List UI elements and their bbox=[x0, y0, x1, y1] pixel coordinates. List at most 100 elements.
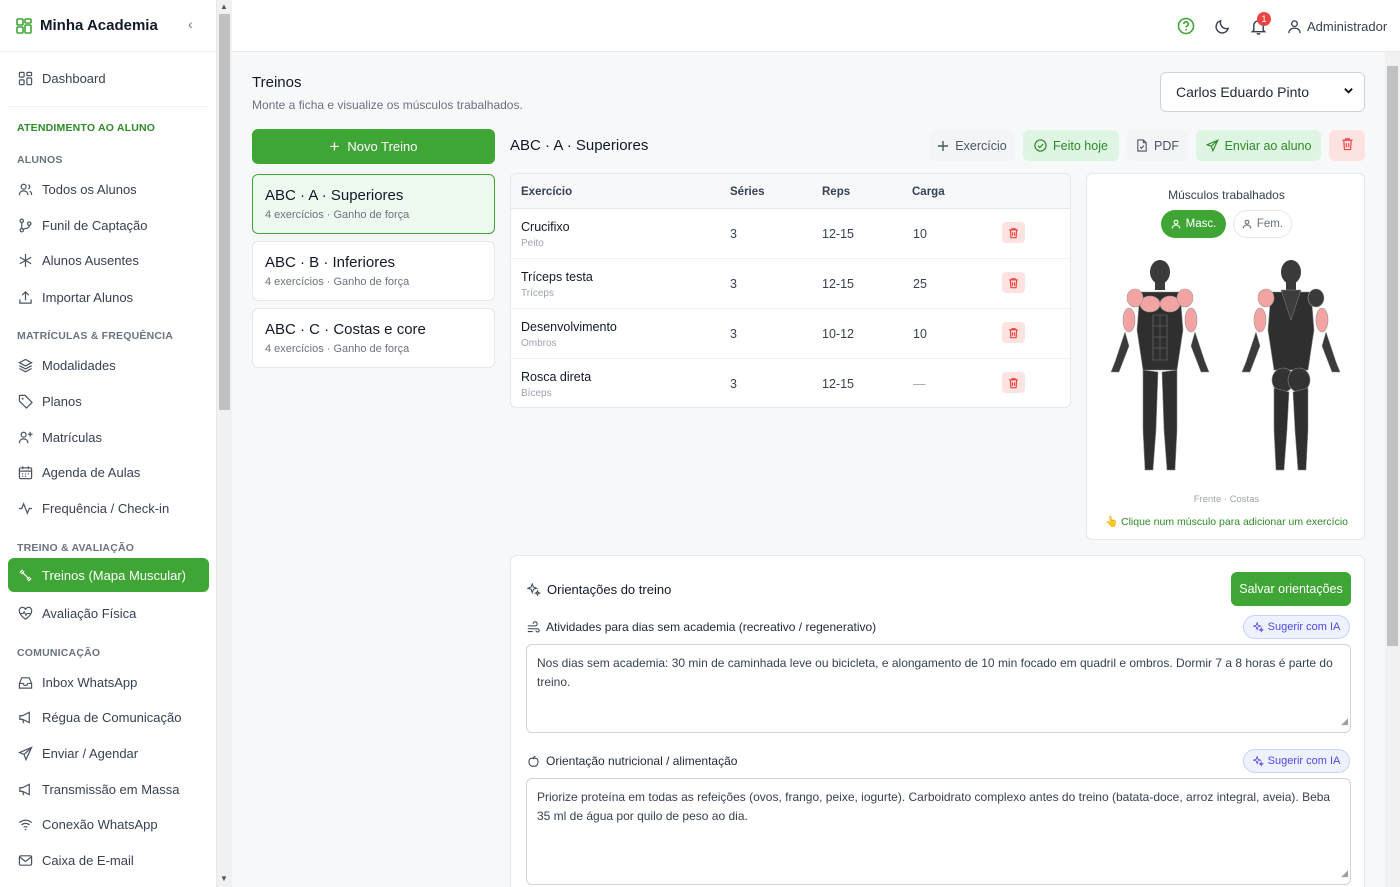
shoulder-left-muscle[interactable] bbox=[1126, 288, 1144, 308]
exercise-table: Exercício Séries Reps Carga Crucifixo Pe… bbox=[510, 173, 1071, 408]
sidebar-item-avaliacao[interactable]: Avaliação Física bbox=[8, 596, 209, 630]
exercise-reps[interactable]: 10-12 bbox=[822, 327, 854, 341]
moon-icon[interactable] bbox=[1212, 16, 1232, 36]
exercise-sets[interactable]: 3 bbox=[730, 327, 737, 341]
guidance-title-text: Orientações do treino bbox=[547, 582, 672, 597]
suggest-ai-button[interactable]: Sugerir com IA bbox=[1243, 615, 1350, 639]
biceps-left-muscle[interactable] bbox=[1122, 307, 1136, 333]
muscle-map-title: Músculos trabalhados bbox=[1168, 188, 1285, 202]
resize-grip-icon[interactable]: ◢ bbox=[1341, 712, 1348, 731]
sidebar-item-enviar[interactable]: Enviar / Agendar bbox=[8, 736, 209, 770]
sidebar-item-funil[interactable]: Funil de Captação bbox=[8, 208, 209, 242]
rest-days-textarea[interactable]: Nos dias sem academia: 30 min de caminha… bbox=[526, 644, 1351, 733]
sidebar-item-label: Importar Alunos bbox=[42, 289, 134, 305]
sidebar-item-label: Treinos (Mapa Muscular) bbox=[42, 567, 187, 583]
sidebar-item-inbox[interactable]: Inbox WhatsApp bbox=[8, 665, 209, 699]
sidebar-scrollbar[interactable]: ▲ ▼ bbox=[217, 0, 232, 887]
user-icon[interactable] bbox=[1284, 16, 1304, 36]
save-guidance-button[interactable]: Salvar orientações bbox=[1231, 572, 1351, 606]
triceps-left-muscle[interactable] bbox=[1253, 307, 1267, 333]
main-scroll-thumb[interactable] bbox=[1387, 66, 1398, 646]
table-row[interactable]: Desenvolvimento Ombros 3 10-12 10 bbox=[511, 309, 1070, 359]
delete-exercise-button[interactable] bbox=[1002, 222, 1025, 243]
exercise-load[interactable]: — bbox=[913, 377, 926, 391]
sidebar-item-modalidades[interactable]: Modalidades bbox=[8, 348, 209, 382]
table-row[interactable]: Tríceps testa Tríceps 3 12-15 25 bbox=[511, 259, 1070, 309]
activity-icon bbox=[17, 500, 33, 516]
trash-icon bbox=[1009, 327, 1018, 338]
new-workout-label: Novo Treino bbox=[347, 139, 418, 154]
delete-exercise-button[interactable] bbox=[1002, 322, 1025, 343]
student-select[interactable]: Carlos Eduardo Pinto bbox=[1160, 72, 1365, 112]
check-circle-icon bbox=[1034, 139, 1047, 152]
exercise-reps[interactable]: 12-15 bbox=[822, 227, 854, 241]
sidebar-item-treinos[interactable]: Treinos (Mapa Muscular) bbox=[8, 558, 209, 592]
help-icon[interactable] bbox=[1176, 16, 1196, 36]
pdf-button[interactable]: PDF bbox=[1127, 130, 1188, 161]
muscle-body-diagram[interactable] bbox=[1105, 260, 1347, 480]
sidebar-scroll-thumb[interactable] bbox=[219, 14, 230, 410]
sidebar-item-label: Funil de Captação bbox=[42, 217, 148, 233]
exercise-sets[interactable]: 3 bbox=[730, 227, 737, 241]
col-load: Carga bbox=[912, 186, 945, 198]
biceps-right-muscle[interactable] bbox=[1184, 307, 1198, 333]
sidebar-item-label: Inbox WhatsApp bbox=[42, 674, 138, 690]
exercise-reps[interactable]: 12-15 bbox=[822, 377, 854, 391]
guidance-title: Orientações do treino bbox=[527, 582, 671, 597]
delete-workout-button[interactable] bbox=[1329, 130, 1365, 161]
scroll-down-arrow-icon[interactable]: ▼ bbox=[220, 874, 228, 883]
scroll-up-arrow-icon[interactable]: ▲ bbox=[220, 2, 228, 11]
exercise-load[interactable]: 25 bbox=[913, 277, 927, 291]
sidebar-item-label: Modalidades bbox=[42, 357, 116, 373]
table-row[interactable]: Crucifixo Peito 3 12-15 10 bbox=[511, 209, 1070, 259]
notification-badge: 1 bbox=[1257, 12, 1271, 26]
exercise-sets[interactable]: 3 bbox=[730, 277, 737, 291]
sidebar-item-label: Dashboard bbox=[42, 70, 106, 86]
triceps-right-muscle[interactable] bbox=[1315, 307, 1329, 333]
main-scrollbar[interactable] bbox=[1385, 52, 1400, 887]
sidebar-item-frequencia[interactable]: Frequência / Check-in bbox=[8, 491, 209, 525]
nutrition-textarea[interactable]: Priorize proteína em todas as refeições … bbox=[526, 778, 1351, 885]
rear-shoulder-left-muscle[interactable] bbox=[1257, 288, 1275, 308]
exercise-load[interactable]: 10 bbox=[913, 227, 927, 241]
exercise-sets[interactable]: 3 bbox=[730, 377, 737, 391]
sidebar-item-conexao[interactable]: Conexão WhatsApp bbox=[8, 807, 209, 841]
exercise-reps[interactable]: 12-15 bbox=[822, 277, 854, 291]
female-toggle[interactable]: Fem. bbox=[1233, 210, 1292, 238]
sidebar-item-planos[interactable]: Planos bbox=[8, 384, 209, 418]
done-today-button[interactable]: Feito hoje bbox=[1023, 130, 1119, 161]
sidebar-item-todos-alunos[interactable]: Todos os Alunos bbox=[8, 172, 209, 206]
sidebar-item-regua[interactable]: Régua de Comunicação bbox=[8, 700, 209, 734]
collapse-sidebar-icon[interactable]: ‹ bbox=[188, 16, 193, 32]
workout-card[interactable]: ABC · A · Superiores 4 exercícios · Ganh… bbox=[252, 174, 495, 234]
user-name[interactable]: Administrador bbox=[1307, 19, 1387, 34]
nutrition-text: Priorize proteína em todas as refeições … bbox=[537, 790, 1331, 823]
send-to-student-button[interactable]: Enviar ao aluno bbox=[1196, 130, 1321, 161]
sidebar-item-dashboard[interactable]: Dashboard bbox=[8, 61, 209, 95]
shoulder-right-muscle[interactable] bbox=[1176, 288, 1194, 308]
table-row[interactable]: Rosca direta Bíceps 3 12-15 — bbox=[511, 359, 1070, 407]
sidebar-item-matriculas[interactable]: Matrículas bbox=[8, 420, 209, 454]
male-toggle[interactable]: Masc. bbox=[1161, 210, 1226, 238]
body-front[interactable] bbox=[1110, 260, 1210, 471]
sidebar-item-ausentes[interactable]: Alunos Ausentes bbox=[8, 243, 209, 277]
sidebar-item-transmissao[interactable]: Transmissão em Massa bbox=[8, 772, 209, 806]
mail-icon bbox=[17, 852, 33, 868]
new-workout-button[interactable]: + Novo Treino bbox=[252, 129, 495, 164]
delete-exercise-button[interactable] bbox=[1002, 272, 1025, 293]
sidebar-item-agenda[interactable]: Agenda de Aulas bbox=[8, 455, 209, 489]
body-back[interactable] bbox=[1241, 260, 1341, 471]
exercise-load[interactable]: 10 bbox=[913, 327, 927, 341]
sidebar-item-importar[interactable]: Importar Alunos bbox=[8, 280, 209, 314]
suggest-ai-button[interactable]: Sugerir com IA bbox=[1243, 749, 1350, 773]
sidebar: Minha Academia ‹ Dashboard ATENDIMENTO A… bbox=[0, 0, 217, 887]
delete-exercise-button[interactable] bbox=[1002, 372, 1025, 393]
resize-grip-icon[interactable]: ◢ bbox=[1341, 864, 1348, 883]
add-exercise-button[interactable]: Exercício bbox=[929, 130, 1015, 161]
app-name: Minha Academia bbox=[40, 17, 158, 34]
workout-card[interactable]: ABC · C · Costas e core 4 exercícios · G… bbox=[252, 308, 495, 368]
male-label: Masc. bbox=[1185, 218, 1217, 230]
workout-card[interactable]: ABC · B · Inferiores 4 exercícios · Ganh… bbox=[252, 241, 495, 301]
sidebar-item-email[interactable]: Caixa de E-mail bbox=[8, 843, 209, 877]
upload-icon bbox=[17, 289, 33, 305]
